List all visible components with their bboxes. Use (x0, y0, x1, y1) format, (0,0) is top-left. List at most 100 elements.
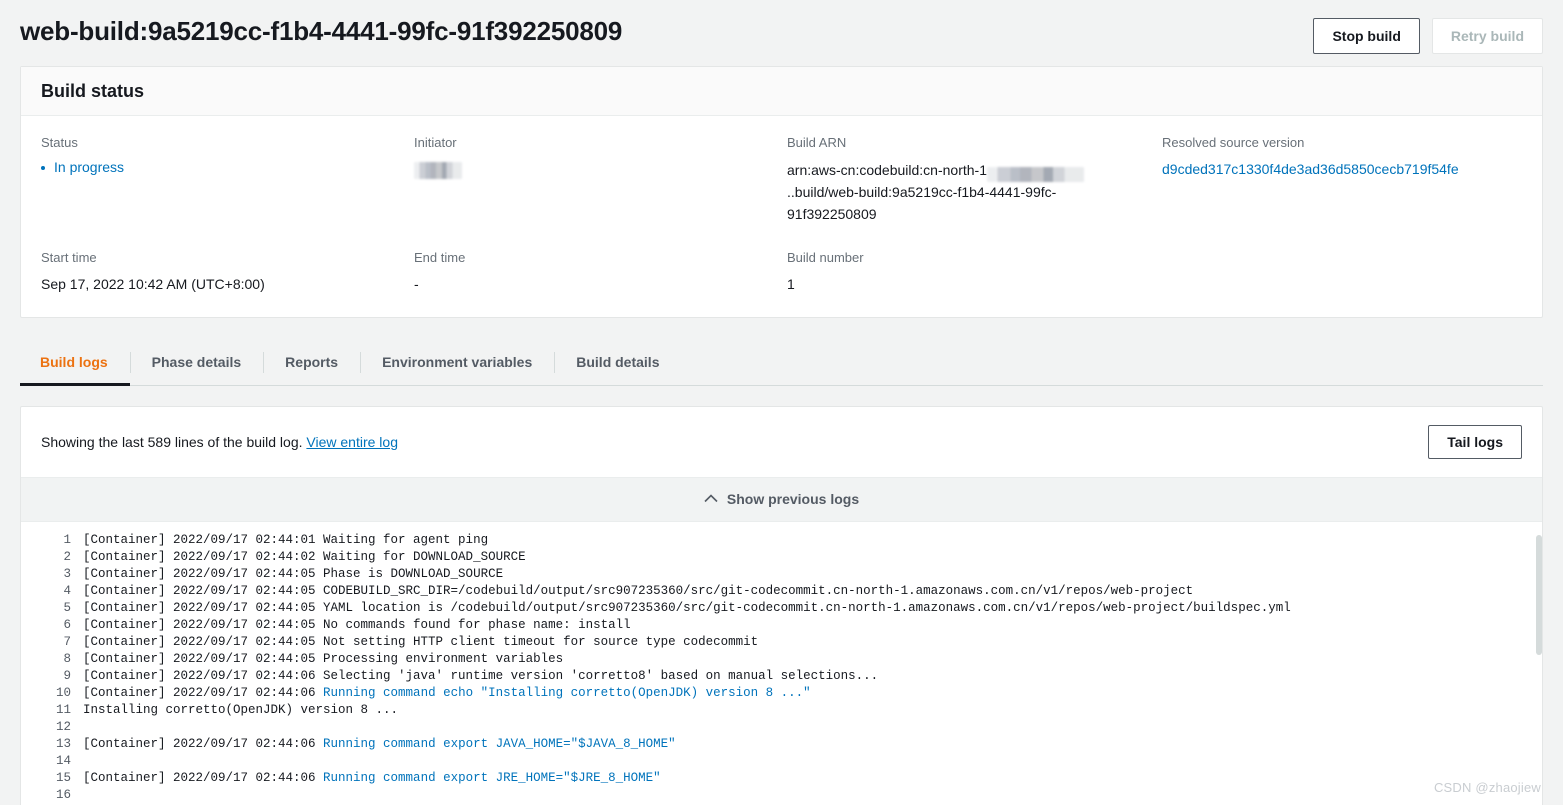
log-line-text: [Container] 2022/09/17 02:44:02 Waiting … (83, 550, 526, 564)
logs-showing-label: Showing the last 589 lines of the build … (41, 434, 303, 450)
build-status-card: Build status Status In progress Initiato… (20, 66, 1543, 318)
build-arn-label: Build ARN (787, 135, 847, 150)
field-resolved-source-version: Resolved source version d9cded317c1330f4… (1162, 134, 1522, 225)
log-line: 14 (21, 753, 1542, 770)
log-line: 15 [Container] 2022/09/17 02:44:06 Runnin… (21, 770, 1542, 787)
resolved-source-version-link[interactable]: d9cded317c1330f4de3ad36d5850cecb719f54fe (1162, 161, 1459, 177)
log-line: 10 [Container] 2022/09/17 02:44:06 Runnin… (21, 685, 1542, 702)
page-title: web-build:9a5219cc-f1b4-4441-99fc-91f392… (20, 16, 623, 46)
log-line-command: Running command export JAVA_HOME="$JAVA_… (323, 737, 676, 751)
log-line-number: 5 (63, 601, 71, 615)
log-line-text: [Container] 2022/09/17 02:44:05 Phase is… (83, 567, 504, 581)
initiator-label: Initiator (414, 135, 457, 150)
log-line-number: 4 (63, 584, 71, 598)
tail-logs-button[interactable]: Tail logs (1428, 425, 1522, 459)
log-scrollbar-thumb[interactable] (1536, 535, 1542, 655)
log-line: 6 [Container] 2022/09/17 02:44:05 No comm… (21, 617, 1542, 634)
log-line-text: [Container] 2022/09/17 02:44:05 No comma… (83, 618, 631, 632)
build-arn-prefix: arn:aws-cn:codebuild:cn-north-1 (787, 162, 987, 178)
log-line-command: Running command export JRE_HOME="$JRE_8_… (323, 771, 661, 785)
build-status-card-body: Status In progress Initiator Build ARN a… (21, 116, 1542, 317)
field-start-time: Start time Sep 17, 2022 10:42 AM (UTC+8:… (41, 249, 414, 295)
show-previous-logs-label: Show previous logs (726, 491, 860, 507)
log-line-number: 12 (55, 720, 71, 734)
log-line-text: [Container] 2022/09/17 02:44:06 Selectin… (83, 669, 879, 683)
field-end-time: End time - (414, 249, 787, 295)
log-line-number: 16 (55, 788, 71, 802)
redacted-block-icon (414, 161, 462, 179)
tabs-list: Build logs Phase details Reports Environmen… (20, 340, 1543, 386)
log-line: 13 [Container] 2022/09/17 02:44:06 Runnin… (21, 736, 1542, 753)
tab-label: Build details (576, 354, 660, 370)
log-line-number: 8 (63, 652, 71, 666)
log-line: 12 (21, 719, 1542, 736)
log-line-text: [Container] 2022/09/17 02:44:06 (83, 686, 324, 700)
resolved-source-version-label: Resolved source version (1162, 135, 1305, 150)
redacted-block-icon (987, 166, 1084, 182)
start-time-label: Start time (41, 250, 97, 265)
stop-build-button[interactable]: Stop build (1313, 18, 1420, 54)
show-previous-logs-button[interactable]: Show previous logs (21, 477, 1542, 522)
log-output[interactable]: 1 [Container] 2022/09/17 02:44:01 Waiting… (21, 522, 1542, 805)
status-dot-icon (41, 165, 45, 170)
start-time-value: Sep 17, 2022 10:42 AM (UTC+8:00) (41, 276, 265, 292)
build-number-value: 1 (787, 276, 795, 292)
log-line: 16 (21, 787, 1542, 804)
log-line-text: [Container] 2022/09/17 02:44:05 Processi… (83, 652, 564, 666)
build-number-label: Build number (787, 250, 864, 265)
view-entire-log-link[interactable]: View entire log (306, 434, 398, 450)
status-value[interactable]: In progress (54, 159, 124, 175)
log-line-text: [Container] 2022/09/17 02:44:05 YAML loc… (83, 601, 1291, 615)
log-line: 11 Installing corretto(OpenJDK) version 8… (21, 702, 1542, 719)
build-arn-value: arn:aws-cn:codebuild:cn-north-1 ..build/w… (787, 159, 1162, 225)
tab-label: Reports (285, 354, 339, 370)
build-status-field-grid: Status In progress Initiator Build ARN a… (41, 134, 1522, 295)
tab-build-details[interactable]: Build details (554, 340, 681, 385)
build-logs-panel: Showing the last 589 lines of the build … (20, 406, 1543, 805)
tab-label: Environment variables (382, 354, 533, 370)
log-line-text: [Container] 2022/09/17 02:44:06 (83, 737, 324, 751)
header-actions: Stop build Retry build (1313, 14, 1543, 54)
log-line-number: 1 (63, 533, 71, 547)
end-time-label: End time (414, 250, 466, 265)
log-scrollbar[interactable] (1536, 535, 1542, 797)
chevron-up-icon (704, 490, 718, 508)
log-line-number: 3 (63, 567, 71, 581)
field-initiator: Initiator (414, 134, 787, 225)
log-line-command: Running command echo "Installing corrett… (323, 686, 811, 700)
build-status-card-header: Build status (21, 67, 1542, 116)
log-line-number: 14 (55, 754, 71, 768)
log-line-number: 15 (55, 771, 71, 785)
status-badge: In progress (41, 159, 414, 175)
field-build-arn: Build ARN arn:aws-cn:codebuild:cn-north-… (787, 134, 1162, 225)
log-line: 3 [Container] 2022/09/17 02:44:05 Phase i… (21, 566, 1542, 583)
tab-reports[interactable]: Reports (263, 340, 360, 385)
field-build-number: Build number 1 (787, 249, 1162, 295)
log-line-text: [Container] 2022/09/17 02:44:05 Not sett… (83, 635, 759, 649)
page-header: web-build:9a5219cc-f1b4-4441-99fc-91f392… (0, 0, 1563, 66)
initiator-value (414, 159, 787, 180)
log-line-number: 6 (63, 618, 71, 632)
retry-build-button: Retry build (1431, 18, 1543, 54)
tab-environment-variables[interactable]: Environment variables (360, 340, 554, 385)
log-line-text: [Container] 2022/09/17 02:44:01 Waiting … (83, 533, 489, 547)
log-line-text: [Container] 2022/09/17 02:44:06 (83, 771, 324, 785)
log-line: 7 [Container] 2022/09/17 02:44:05 Not set… (21, 634, 1542, 651)
log-line: 1 [Container] 2022/09/17 02:44:01 Waiting… (21, 532, 1542, 549)
log-line-number: 13 (55, 737, 71, 751)
log-line-text: [Container] 2022/09/17 02:44:05 CODEBUIL… (83, 584, 1194, 598)
field-status: Status In progress (41, 134, 414, 225)
end-time-value: - (414, 276, 419, 292)
tab-phase-details[interactable]: Phase details (129, 340, 264, 385)
tab-build-logs[interactable]: Build logs (20, 340, 130, 386)
log-line-number: 2 (63, 550, 71, 564)
build-status-title: Build status (41, 81, 145, 101)
status-label: Status (41, 135, 78, 150)
tab-label: Build logs (40, 354, 108, 370)
log-line: 5 [Container] 2022/09/17 02:44:05 YAML lo… (21, 600, 1542, 617)
log-line: 4 [Container] 2022/09/17 02:44:05 CODEBUI… (21, 583, 1542, 600)
log-line-number: 10 (55, 686, 71, 700)
logs-showing-text: Showing the last 589 lines of the build … (41, 434, 398, 450)
watermark: CSDN @zhaojiew (1433, 780, 1541, 795)
tabs-bar: Build logs Phase details Reports Environmen… (20, 340, 1543, 386)
